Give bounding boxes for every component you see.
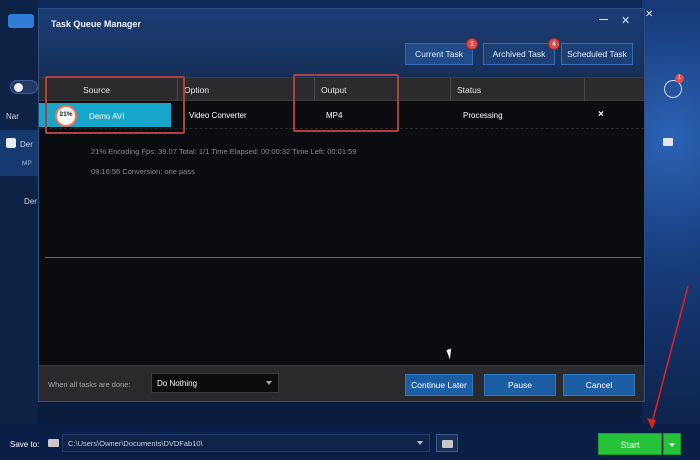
dialog-title-bar: Task Queue Manager ✕ Current Task 1 Arch… bbox=[39, 9, 644, 77]
app-left-item-badge: MP bbox=[22, 160, 32, 167]
start-button[interactable]: Start bbox=[598, 433, 662, 455]
option-cell: Video Converter bbox=[189, 111, 247, 120]
dialog-footer: When all tasks are done: Do Nothing Cont… bbox=[39, 365, 644, 401]
tab-scheduled-task-label: Scheduled Task bbox=[567, 49, 627, 59]
minimize-icon[interactable] bbox=[599, 19, 608, 20]
lock-icon bbox=[663, 138, 673, 146]
app-left-selected-item[interactable] bbox=[0, 130, 38, 176]
app-logo bbox=[8, 14, 34, 28]
continue-later-button[interactable]: Continue Later bbox=[405, 374, 473, 396]
app-left-item-2: Der bbox=[24, 197, 37, 206]
app-left-item-name: Nar bbox=[6, 112, 19, 121]
start-options-button[interactable] bbox=[663, 433, 681, 455]
tab-current-task[interactable]: Current Task 1 bbox=[405, 38, 478, 65]
chevron-down-icon[interactable] bbox=[417, 441, 423, 445]
tab-current-task-badge: 1 bbox=[466, 38, 478, 50]
chevron-down-icon bbox=[266, 381, 272, 385]
task-queue-badge: 1 bbox=[675, 74, 684, 83]
folder-icon bbox=[48, 439, 59, 447]
checkbox-icon[interactable] bbox=[6, 138, 16, 148]
task-queue-dialog: Task Queue Manager ✕ Current Task 1 Arch… bbox=[38, 8, 645, 402]
browse-folder-button[interactable] bbox=[436, 434, 458, 452]
log-divider bbox=[45, 257, 641, 258]
app-right-panel bbox=[642, 0, 700, 460]
tab-scheduled-task[interactable]: Scheduled Task bbox=[561, 43, 633, 65]
cancel-button[interactable]: Cancel bbox=[563, 374, 635, 396]
remove-task-icon[interactable]: × bbox=[598, 109, 604, 120]
after-tasks-label: When all tasks are done: bbox=[48, 380, 131, 389]
column-divider bbox=[450, 78, 451, 102]
app-left-item-title: Der bbox=[20, 140, 33, 149]
dialog-title: Task Queue Manager bbox=[51, 19, 141, 29]
app-close-icon[interactable]: ✕ bbox=[645, 9, 653, 20]
save-path-text: C:\Users\Owner\Documents\DVDFab10\ bbox=[68, 439, 203, 448]
pause-button[interactable]: Pause bbox=[484, 374, 556, 396]
header-status: Status bbox=[457, 85, 482, 95]
save-to-label: Save to: bbox=[10, 440, 40, 449]
save-path-field[interactable]: C:\Users\Owner\Documents\DVDFab10\ bbox=[62, 434, 430, 452]
tab-archived-task[interactable]: Archived Task 4 bbox=[483, 38, 560, 65]
after-tasks-value: Do Nothing bbox=[157, 379, 198, 388]
task-progress-details: 21% Encoding Fps: 39.07 Total: 1/1 Time … bbox=[91, 147, 357, 156]
status-cell: Processing bbox=[463, 111, 503, 120]
after-tasks-select[interactable]: Do Nothing bbox=[151, 373, 279, 393]
annotation-box-source bbox=[45, 76, 185, 134]
arrow-icon bbox=[14, 83, 23, 92]
annotation-box-output bbox=[293, 74, 399, 132]
folder-icon bbox=[442, 440, 453, 448]
header-option: Option bbox=[184, 85, 210, 95]
app-left-toggle[interactable] bbox=[10, 80, 38, 94]
tab-current-task-label: Current Task bbox=[414, 49, 464, 59]
tab-archived-task-label: Archived Task bbox=[492, 49, 546, 59]
app-left-panel bbox=[0, 0, 38, 460]
tab-archived-task-badge: 4 bbox=[548, 38, 560, 50]
column-divider bbox=[584, 78, 585, 102]
close-icon[interactable]: ✕ bbox=[621, 14, 630, 27]
task-log-line: 09:16:56 Conversion: one pass bbox=[91, 167, 195, 176]
